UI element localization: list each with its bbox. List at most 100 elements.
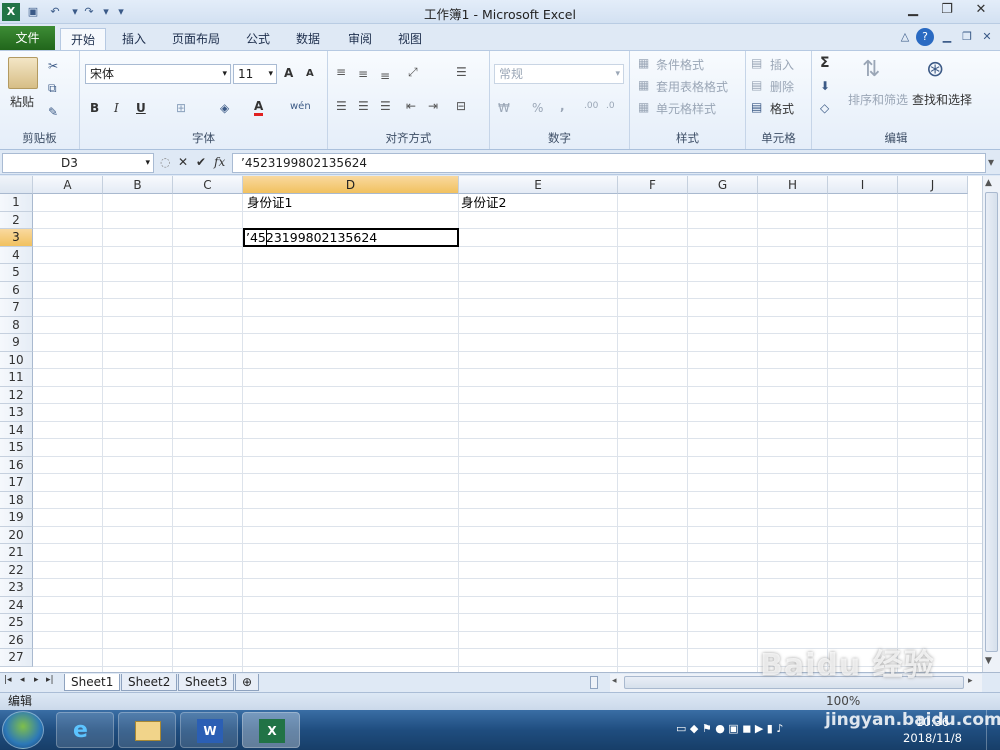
column-header-g[interactable]: G xyxy=(688,176,758,194)
format-cells-button[interactable]: 格式 xyxy=(770,100,794,117)
row-header-1[interactable]: 1 xyxy=(0,194,33,212)
decrease-indent-icon[interactable]: ⇤ xyxy=(406,99,416,113)
fill-icon[interactable]: ⬇ xyxy=(820,79,830,93)
clear-icon[interactable]: ◇ xyxy=(820,101,829,115)
column-header-j[interactable]: J xyxy=(898,176,968,194)
restore-icon[interactable]: ❐ xyxy=(930,0,964,20)
row-header-4[interactable]: 4 xyxy=(0,246,33,264)
row-header-20[interactable]: 20 xyxy=(0,526,33,544)
doc-minimize-icon[interactable]: ▁ xyxy=(938,28,956,46)
font-size-combo[interactable]: 11 ▾ xyxy=(233,64,277,84)
tab-insert[interactable]: 插入 xyxy=(112,28,156,50)
sheet-tab-2[interactable]: Sheet2 xyxy=(121,674,178,691)
grow-font-button[interactable]: A xyxy=(284,66,293,80)
tab-view[interactable]: 视图 xyxy=(388,28,432,50)
bold-button[interactable]: B xyxy=(90,101,99,115)
start-button-icon[interactable] xyxy=(2,711,44,749)
help-icon[interactable]: ? xyxy=(916,28,934,46)
taskbar-explorer-icon[interactable] xyxy=(118,712,176,748)
expand-formula-icon[interactable]: ▾ xyxy=(988,155,994,169)
cut-icon[interactable]: ✂ xyxy=(48,59,58,73)
align-left-icon[interactable]: ☰ xyxy=(336,99,347,113)
conditional-format-button[interactable]: 条件格式 xyxy=(656,56,704,73)
worksheet-grid[interactable]: ABCDEFGHIJ 1 2 3 4 5 6 7 8 9 10 11 12 13 14 15 16 17 18 19… xyxy=(0,176,982,672)
font-color-button[interactable]: A xyxy=(254,100,264,116)
row-header-5[interactable]: 5 xyxy=(0,264,33,282)
insert-sheet-icon[interactable]: ⊕ xyxy=(235,674,259,691)
name-box[interactable]: D3 ▾ xyxy=(2,153,154,173)
column-header-f[interactable]: F xyxy=(618,176,688,194)
taskbar-ie-icon[interactable]: e xyxy=(56,712,114,748)
row-header-27[interactable]: 27 xyxy=(0,649,33,667)
row-header-13[interactable]: 13 xyxy=(0,404,33,422)
column-header-b[interactable]: B xyxy=(103,176,173,194)
cell-d1[interactable]: 身份证1 xyxy=(244,194,292,211)
vertical-scrollbar[interactable]: ▲ ▼ xyxy=(982,176,1000,672)
insert-cells-button[interactable]: 插入 xyxy=(770,56,794,73)
orientation-icon[interactable]: ⤢ xyxy=(408,65,418,80)
minimize-icon[interactable]: ▁ xyxy=(896,0,930,20)
align-right-icon[interactable]: ☰ xyxy=(380,99,391,113)
align-top-icon[interactable]: ≡ xyxy=(336,65,346,79)
taskbar-excel-icon[interactable]: X xyxy=(242,712,300,748)
row-header-14[interactable]: 14 xyxy=(0,421,33,439)
tab-data[interactable]: 数据 xyxy=(286,28,330,50)
decrease-decimal-icon[interactable]: .0 xyxy=(606,101,615,111)
prev-sheet-icon[interactable]: ◂ xyxy=(20,675,25,685)
vertical-scroll-thumb[interactable] xyxy=(985,192,998,652)
increase-indent-icon[interactable]: ⇥ xyxy=(428,99,438,113)
row-header-6[interactable]: 6 xyxy=(0,281,33,299)
row-header-12[interactable]: 12 xyxy=(0,386,33,404)
column-header-h[interactable]: H xyxy=(758,176,828,194)
column-header-e[interactable]: E xyxy=(459,176,618,194)
doc-restore-icon[interactable]: ❐ xyxy=(958,28,976,46)
shrink-font-button[interactable]: A xyxy=(306,68,314,79)
paste-button[interactable]: 粘贴 xyxy=(10,93,34,110)
tray-icons[interactable]: ▭ ◆ ⚑ ● ▣ ◼ ▶ ▮ ♪ xyxy=(676,722,783,735)
format-painter-icon[interactable]: ✎ xyxy=(48,105,58,119)
increase-decimal-icon[interactable]: .00 xyxy=(584,101,598,111)
format-as-table-button[interactable]: 套用表格格式 xyxy=(656,78,728,95)
italic-button[interactable]: I xyxy=(114,101,119,115)
next-sheet-icon[interactable]: ▸ xyxy=(34,675,39,685)
sheet-tab-1[interactable]: Sheet1 xyxy=(64,674,121,691)
comma-button[interactable]: , xyxy=(560,99,565,113)
accounting-format-icon[interactable]: ₩ xyxy=(498,101,510,115)
sheet-tab-3[interactable]: Sheet3 xyxy=(178,674,235,691)
cell-e1[interactable]: 身份证2 xyxy=(458,194,506,211)
minimize-ribbon-icon[interactable]: △ xyxy=(896,28,914,46)
percent-button[interactable]: % xyxy=(532,101,543,115)
select-all-corner[interactable] xyxy=(0,176,33,194)
font-name-combo[interactable]: 宋体 ▾ xyxy=(85,64,231,84)
fill-color-icon[interactable]: ◈ xyxy=(220,101,229,115)
formula-input[interactable]: ’4523199802135624 xyxy=(232,153,986,173)
row-header-9[interactable]: 9 xyxy=(0,334,33,352)
cell-styles-button[interactable]: 单元格样式 xyxy=(656,100,716,117)
align-center-icon[interactable]: ☰ xyxy=(358,99,369,113)
zoom-level[interactable]: 100% xyxy=(826,693,860,710)
tab-split-handle[interactable] xyxy=(590,676,598,689)
row-header-8[interactable]: 8 xyxy=(0,316,33,334)
expand-icon[interactable]: ◌ xyxy=(160,155,170,169)
row-header-18[interactable]: 18 xyxy=(0,491,33,509)
row-header-21[interactable]: 21 xyxy=(0,544,33,562)
tab-review[interactable]: 审阅 xyxy=(338,28,382,50)
row-header-10[interactable]: 10 xyxy=(0,351,33,369)
sort-filter-button[interactable]: 排序和筛选 xyxy=(848,91,908,108)
column-header-d[interactable]: D xyxy=(243,176,459,194)
tab-page-layout[interactable]: 页面布局 xyxy=(162,28,230,50)
tab-file[interactable]: 文件 xyxy=(0,26,55,50)
copy-icon[interactable]: ⧉ xyxy=(48,81,57,96)
align-bottom-icon[interactable]: ≡ xyxy=(380,69,390,83)
find-select-button[interactable]: 查找和选择 xyxy=(912,91,972,108)
first-sheet-icon[interactable]: |◂ xyxy=(4,675,12,685)
taskbar-word-icon[interactable]: W xyxy=(180,712,238,748)
scroll-down-icon[interactable]: ▼ xyxy=(985,656,992,666)
cell-d3[interactable]: ’4523199802135624 xyxy=(243,229,377,246)
row-header-22[interactable]: 22 xyxy=(0,561,33,579)
underline-button[interactable]: U xyxy=(136,101,146,115)
row-header-2[interactable]: 2 xyxy=(0,211,33,229)
scroll-right-icon[interactable]: ▸ xyxy=(968,676,973,686)
row-header-19[interactable]: 19 xyxy=(0,509,33,527)
row-header-25[interactable]: 25 xyxy=(0,614,33,632)
